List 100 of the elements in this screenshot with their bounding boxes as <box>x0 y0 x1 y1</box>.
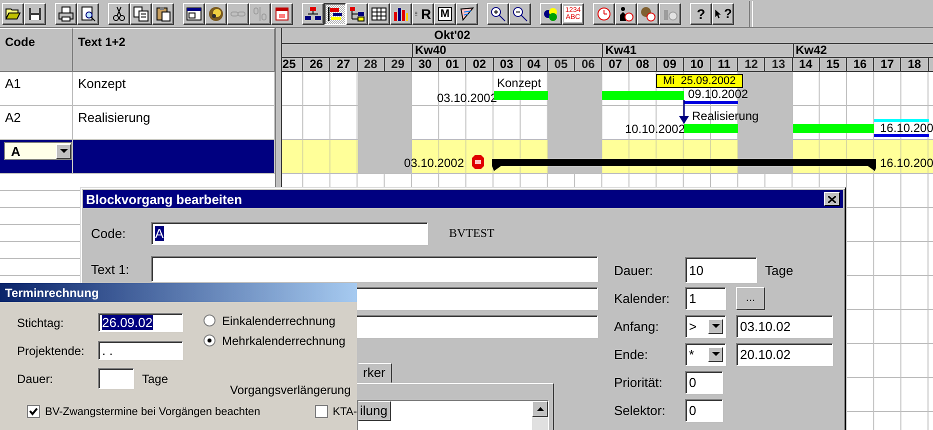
globe-icon <box>208 6 224 22</box>
circles-icon <box>543 6 559 22</box>
day-header: 10 <box>684 58 711 71</box>
zoom-in-icon <box>490 6 506 22</box>
code-combobox[interactable]: A <box>4 142 72 160</box>
person-clock-icon <box>618 6 634 22</box>
project-label: BVTEST <box>449 226 494 241</box>
table-cell: A2 <box>5 110 21 125</box>
field-label: Kalender: <box>614 290 671 306</box>
radio-button[interactable]: Mehrkalenderrechnung <box>203 333 351 348</box>
toolbar-button[interactable]: ? <box>712 2 734 24</box>
close-button[interactable] <box>824 192 840 206</box>
dropdown-button[interactable] <box>708 346 723 362</box>
table-cell: A1 <box>5 76 21 91</box>
open-folder-icon <box>5 6 21 22</box>
window-icon <box>186 6 202 22</box>
tab[interactable]: rker <box>358 363 392 383</box>
day-header: 27 <box>330 58 358 71</box>
column-header[interactable]: Code <box>0 28 73 71</box>
week-label: Kw41 <box>605 44 637 57</box>
tooltip: Mi 25.09.2002 <box>656 74 743 88</box>
day-header: 30 <box>412 58 440 71</box>
day-header: 16 <box>846 58 874 71</box>
field-label: Ende: <box>614 346 649 362</box>
org-chart-icon <box>305 6 321 22</box>
caret-icon <box>712 352 720 356</box>
unit-label: Tage <box>142 372 168 386</box>
day-header: 14 <box>792 58 820 71</box>
day-header: 28 <box>358 58 385 71</box>
pen-icon <box>459 6 475 22</box>
date-field[interactable]: 20.10.02 <box>736 342 833 366</box>
day-header: 11 <box>711 58 738 71</box>
table-icon <box>371 6 387 22</box>
section-label: Vorgangsverlängerung <box>230 383 351 397</box>
week-label: Kw40 <box>414 44 446 57</box>
gantt-chart-icon <box>327 6 343 22</box>
dropdown-button[interactable] <box>56 144 71 158</box>
toolbar-button[interactable]: R <box>412 2 434 24</box>
field-label: Stichtag: <box>17 316 65 330</box>
date-field[interactable]: 03.10.02 <box>736 314 833 338</box>
table-cell: Konzept <box>78 76 126 91</box>
field-label: Priorität: <box>614 374 664 390</box>
dropdown-button[interactable] <box>708 318 723 334</box>
toolbar-button[interactable]: ? <box>690 2 712 24</box>
field-label: Anfang: <box>614 318 660 334</box>
start-date-label: 03.10.2002 <box>436 91 497 105</box>
stop-sign-icon <box>472 155 484 169</box>
day-header: 05 <box>548 58 576 71</box>
checkbox[interactable]: BV-Zwangstermine bei Vorgängen beachten <box>27 405 260 418</box>
calendar-field[interactable]: 1 <box>685 286 726 310</box>
date-field[interactable]: . . <box>98 341 183 360</box>
unlink-icon <box>252 6 268 22</box>
field-label: Dauer: <box>614 262 654 278</box>
clock-icon <box>640 6 656 22</box>
day-header: 06 <box>575 58 602 71</box>
number-field[interactable]: 0 <box>685 398 723 422</box>
date-field[interactable]: 26.09.02 <box>98 313 183 332</box>
toolbar-button[interactable]: M <box>434 2 456 24</box>
print-preview-icon <box>80 6 96 22</box>
dependency-arrow <box>679 100 689 124</box>
caret-icon <box>712 324 720 328</box>
summary-bar[interactable] <box>492 159 876 171</box>
day-header: 17 <box>874 58 902 71</box>
day-header: 25 <box>282 58 304 71</box>
zoom-out-icon <box>512 6 528 22</box>
text-field[interactable] <box>151 256 598 282</box>
paste-icon <box>155 6 171 22</box>
calendar-icon <box>274 6 290 22</box>
mode-combobox[interactable]: > <box>685 314 726 338</box>
number-field[interactable]: 0 <box>685 370 723 394</box>
duration-field[interactable] <box>98 368 134 389</box>
table-row[interactable]: A2 Realisierung <box>0 106 275 140</box>
cut-icon <box>111 6 127 22</box>
task-label: Konzept <box>497 76 542 90</box>
day-header: 26 <box>303 58 330 71</box>
mode-combobox[interactable]: * <box>685 342 726 366</box>
browse-button[interactable]: ... <box>736 286 765 310</box>
start-date-label: 03.10.2002 <box>404 156 464 170</box>
day-header: 08 <box>629 58 657 71</box>
toolbar-button[interactable] <box>324 2 346 24</box>
day-header: 13 <box>765 58 793 71</box>
code-field[interactable]: A <box>151 222 428 245</box>
printer-icon <box>58 6 74 22</box>
day-header: 09 <box>656 58 684 71</box>
month-label: Okt'02 <box>434 29 470 42</box>
column-header[interactable]: ilung <box>358 401 392 421</box>
window-title: Blockvorgang bearbeiten <box>86 192 242 206</box>
day-header: 15 <box>820 58 847 71</box>
checkbox[interactable]: KTA- <box>314 405 357 418</box>
duration-field[interactable]: 10 <box>685 257 757 283</box>
save-icon <box>27 6 43 22</box>
float-line <box>874 134 929 137</box>
table-row[interactable]: A <box>0 140 275 174</box>
field-label: Selektor: <box>614 402 666 418</box>
end-date-label: 16.10.200 <box>880 156 933 170</box>
clock-icon <box>596 6 612 22</box>
day-header: 29 <box>384 58 412 71</box>
table-row[interactable]: A1 Konzept <box>0 72 275 106</box>
day-header: 02 <box>466 58 494 71</box>
radio-button[interactable]: Einkalenderrechnung <box>203 313 351 328</box>
